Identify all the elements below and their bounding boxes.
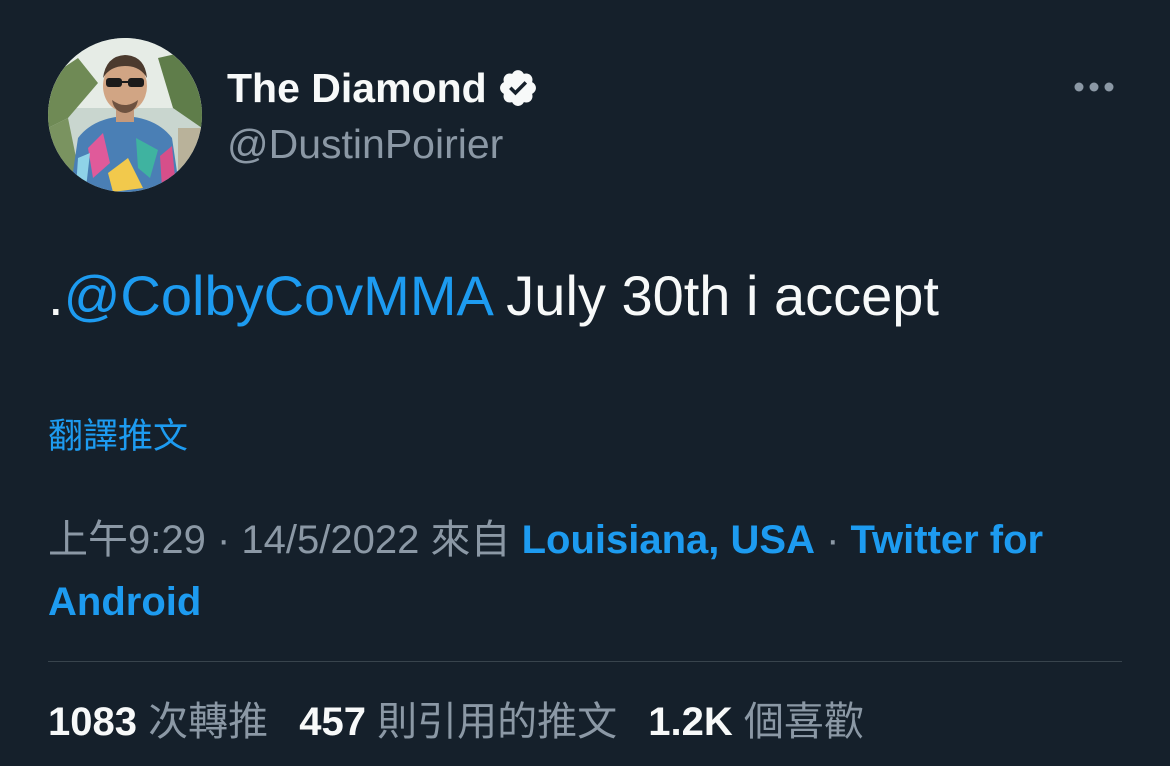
avatar[interactable] (48, 38, 202, 192)
likes-label: 個喜歡 (732, 700, 864, 744)
quotes-count: 457 (299, 700, 366, 744)
user-handle[interactable]: @DustinPoirier (227, 120, 503, 168)
tweet-date[interactable]: 14/5/2022 (241, 518, 419, 562)
separator: · (814, 518, 851, 562)
tweet-detail: The Diamond @DustinPoirier .@ColbyCovMMA… (0, 0, 1170, 766)
profile-photo (48, 38, 202, 192)
tweet-metadata: 上午9:29 · 14/5/2022 來自 Louisiana, USA · T… (48, 509, 1138, 633)
location-link[interactable]: Louisiana, USA (522, 518, 815, 562)
retweets-label: 次轉推 (136, 700, 269, 744)
verified-badge-icon (499, 70, 536, 106)
tweet-text: .@ColbyCovMMA July 30th i accept (48, 260, 939, 332)
quotes-label: 則引用的推文 (365, 700, 618, 744)
engagement-stats: 1083 次轉推 457 則引用的推文 1.2K 個喜歡 (48, 694, 884, 750)
divider (48, 661, 1122, 662)
more-horizontal-icon[interactable] (1070, 70, 1118, 104)
retweets-count: 1083 (48, 700, 137, 744)
likes-stat[interactable]: 1.2K 個喜歡 (648, 700, 864, 744)
tweet-time[interactable]: 上午9:29 (48, 518, 206, 562)
tweet-body: July 30th i accept (490, 264, 939, 327)
from-label: 來自 (419, 518, 522, 562)
translate-tweet-link[interactable]: 翻譯推文 (48, 415, 188, 459)
mention-link[interactable]: @ColbyCovMMA (64, 264, 491, 327)
retweets-stat[interactable]: 1083 次轉推 (48, 700, 268, 744)
author-name-row[interactable]: The Diamond (227, 63, 539, 113)
likes-count: 1.2K (648, 700, 733, 744)
separator: · (205, 518, 242, 562)
tweet-prefix: . (48, 264, 64, 327)
quotes-stat[interactable]: 457 則引用的推文 (299, 700, 617, 744)
display-name[interactable]: The Diamond (227, 63, 487, 113)
